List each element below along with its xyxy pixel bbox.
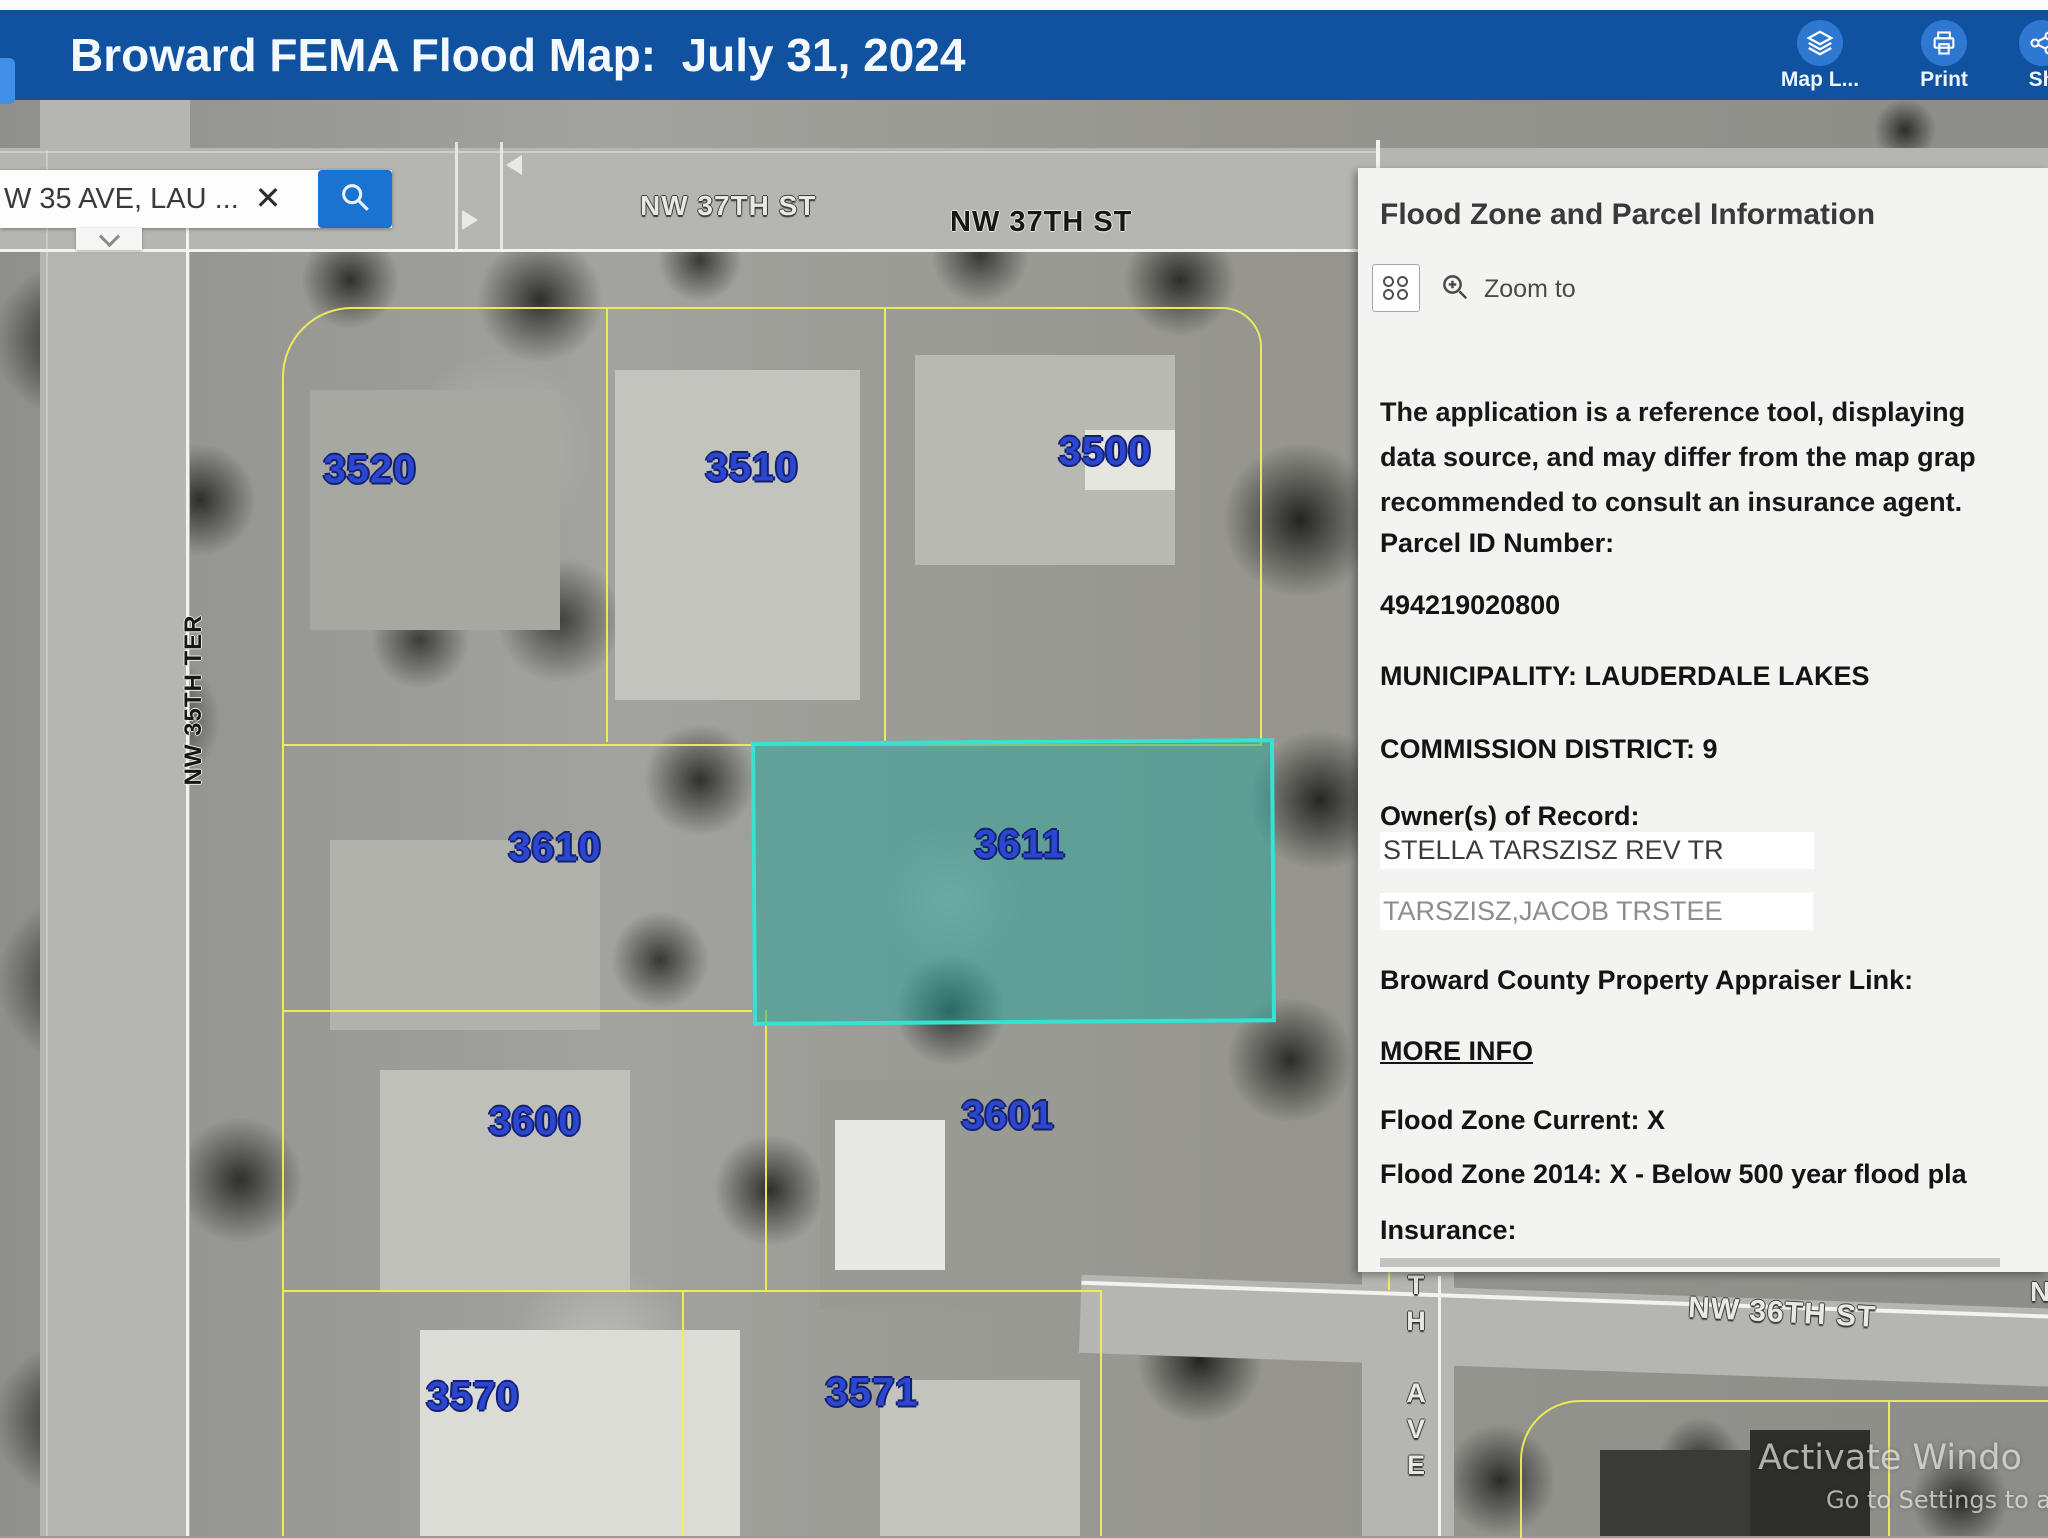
share-label: Sh <box>1982 68 2048 92</box>
street-label-nw35th-ter: NW 35TH TER <box>180 614 208 785</box>
house-3601-roof <box>835 1120 945 1270</box>
parcel-label-3611[interactable]: 3611 <box>975 823 1066 868</box>
top-strip <box>0 0 2048 10</box>
parcel-label-3500[interactable]: 3500 <box>1059 430 1152 475</box>
parcel-label-3610[interactable]: 3610 <box>509 826 602 871</box>
parcel-line-row3-south <box>282 1290 1100 1292</box>
disclaimer-line-2: data source, and may differ from the map… <box>1380 442 1976 473</box>
disclaimer-line-3: recommended to consult an insurance agen… <box>1380 487 1962 518</box>
layers-icon <box>1797 20 1843 66</box>
house-3570 <box>420 1330 740 1536</box>
municipality-value: MUNICIPALITY: LAUDERDALE LAKES <box>1380 661 1869 692</box>
search-box[interactable]: W 35 AVE, LAU ... ✕ <box>0 170 392 228</box>
owner-name-2: TARSZISZ,JACOB TRSTEE <box>1380 893 1813 930</box>
search-icon <box>338 180 372 219</box>
road-line-37th-bottom <box>0 249 1380 252</box>
close-icon[interactable]: ✕ <box>248 178 288 218</box>
road-line-35ter-west <box>46 150 48 1536</box>
parcel-label-3571[interactable]: 3571 <box>826 1371 919 1416</box>
zoom-in-icon <box>1440 272 1470 307</box>
parcel-id-label: Parcel ID Number: <box>1380 528 1614 559</box>
map-layers-button[interactable]: Map L... <box>1760 10 1880 100</box>
activate-windows-watermark-line2: Go to Settings to ac <box>1826 1486 2048 1514</box>
commission-district-value: COMMISSION DISTRICT: 9 <box>1380 734 1718 765</box>
parcel-edge-west-south <box>282 1290 284 1536</box>
parcel-edge-3571-east <box>1100 1290 1102 1536</box>
disclaimer-line-1: The application is a reference tool, dis… <box>1380 397 1965 428</box>
search-button[interactable] <box>318 170 392 228</box>
parcel-block-north <box>282 307 1262 746</box>
parcel-divider-3520-3510 <box>606 307 608 742</box>
panel-title: Flood Zone and Parcel Information <box>1380 198 1875 232</box>
road-line-south-ave <box>1438 1276 1441 1536</box>
owners-label: Owner(s) of Record: <box>1380 801 1640 832</box>
share-button[interactable]: Sh <box>1982 10 2048 100</box>
street-label-th-ave: TH AVE <box>1400 1270 1431 1536</box>
road-nw35th-ter <box>40 100 190 1536</box>
activate-windows-watermark: Activate Windo <box>1758 1438 2022 1478</box>
parcel-edge-west-mid <box>282 742 284 1290</box>
clipped-text-line <box>1380 1258 2000 1267</box>
search-input[interactable]: W 35 AVE, LAU ... <box>4 183 244 216</box>
parcel-label-3601[interactable]: 3601 <box>962 1094 1055 1139</box>
road-line-right-ave <box>1376 140 1380 170</box>
road-line-37th-top <box>0 151 1380 153</box>
grid-icon <box>1383 276 1409 300</box>
more-info-link[interactable]: MORE INFO <box>1380 1036 1533 1067</box>
dock-button[interactable] <box>1372 264 1420 312</box>
selected-parcel-3611[interactable] <box>751 738 1276 1026</box>
lane-line-2 <box>500 142 503 250</box>
parcel-divider-3510-3500 <box>884 307 886 742</box>
parcel-id-value: 494219020800 <box>1380 590 1560 621</box>
app-logo <box>0 58 15 104</box>
street-label-nw37th-east: NW 37TH ST <box>950 206 1132 239</box>
flood-zone-current-value: Flood Zone Current: X <box>1380 1105 1665 1136</box>
page-title: Broward FEMA Flood Map: July 31, 2024 <box>70 28 965 82</box>
parcel-label-3510[interactable]: 3510 <box>706 446 799 491</box>
parcel-label-3570[interactable]: 3570 <box>427 1375 520 1420</box>
street-label-n-clipped: N <box>2030 1276 2048 1308</box>
lane-arrow-left <box>506 155 522 175</box>
parcel-divider-3600-3601 <box>765 1010 767 1290</box>
owner-name-1: STELLA TARSZISZ REV TR <box>1380 832 1814 869</box>
parcel-label-3600[interactable]: 3600 <box>489 1100 582 1145</box>
insurance-label: Insurance: <box>1380 1215 1517 1246</box>
flood-info-panel: Flood Zone and Parcel Information Zoom t… <box>1358 168 2048 1272</box>
parcel-divider-3570-3571 <box>682 1290 684 1536</box>
search-collapse-tab[interactable] <box>76 228 142 250</box>
appraiser-link-label: Broward County Property Appraiser Link: <box>1380 965 1913 996</box>
chevron-down-icon <box>98 226 119 247</box>
street-label-nw37th-west: NW 37TH ST <box>640 190 816 222</box>
share-icon <box>2019 20 2048 66</box>
parcel-line-3610-south <box>282 1010 752 1012</box>
lane-arrow-right <box>462 210 478 230</box>
parcel-label-3520[interactable]: 3520 <box>324 448 417 493</box>
road-line-35ter <box>186 222 189 1536</box>
lane-line-1 <box>455 142 458 250</box>
zoom-to-button[interactable]: Zoom to <box>1440 272 1576 307</box>
zoom-to-label: Zoom to <box>1484 275 1576 304</box>
map-layers-label: Map L... <box>1760 68 1880 92</box>
print-icon <box>1921 20 1967 66</box>
flood-zone-2014-value: Flood Zone 2014: X - Below 500 year floo… <box>1380 1159 1967 1190</box>
app-header: Broward FEMA Flood Map: July 31, 2024 Ma… <box>0 10 2048 100</box>
